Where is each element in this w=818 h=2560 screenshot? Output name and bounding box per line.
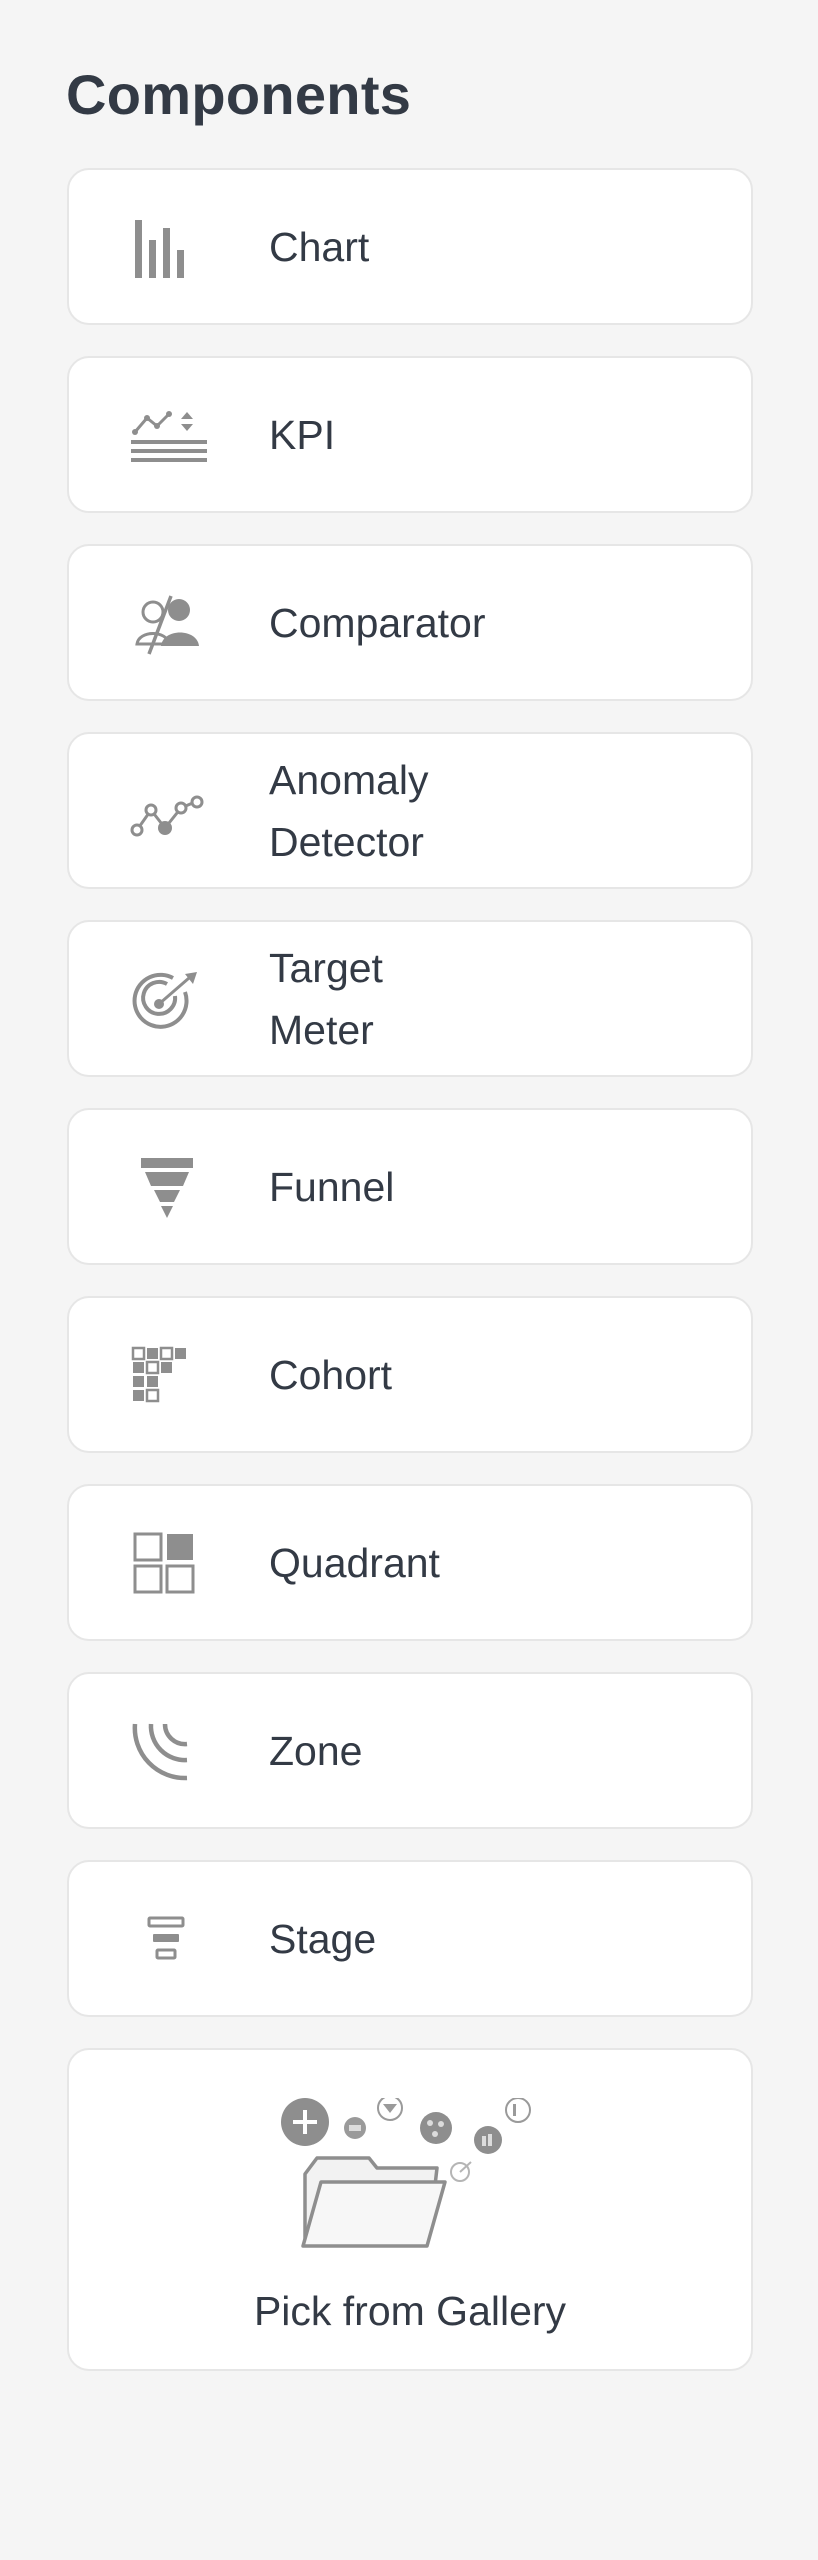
components-panel: Components Chart KPI Comparator Anomaly … [0, 0, 818, 2560]
funnel-icon [127, 1156, 207, 1220]
component-label-zone: Zone [269, 1727, 363, 1774]
comparator-icon [127, 592, 207, 656]
gallery-folder-icon [281, 2098, 531, 2248]
panel-title: Components [66, 63, 412, 126]
component-label-funnel: Funnel [269, 1163, 395, 1210]
component-card-cohort[interactable]: Cohort [67, 1296, 753, 1453]
component-card-anomaly-detector[interactable]: Anomaly Detector [67, 732, 753, 889]
component-label-chart: Chart [269, 223, 370, 270]
target-meter-icon [127, 968, 207, 1032]
component-label-anomaly-detector: Anomaly Detector [269, 756, 429, 865]
cohort-icon [127, 1344, 207, 1408]
component-card-stage[interactable]: Stage [67, 1860, 753, 2017]
component-card-chart[interactable]: Chart [67, 168, 753, 325]
kpi-icon [127, 404, 207, 468]
component-card-kpi[interactable]: KPI [67, 356, 753, 513]
component-label-cohort: Cohort [269, 1351, 393, 1398]
gallery-label: Pick from Gallery [253, 2288, 567, 2334]
component-label-comparator: Comparator [269, 599, 486, 646]
component-card-target-meter[interactable]: Target Meter [67, 920, 753, 1077]
component-label-kpi: KPI [269, 411, 336, 458]
pick-from-gallery-button[interactable]: Pick from Gallery [67, 2048, 753, 2371]
component-card-funnel[interactable]: Funnel [67, 1108, 753, 1265]
bar-chart-icon [127, 216, 207, 280]
zone-icon [127, 1720, 207, 1784]
stage-icon [127, 1908, 207, 1972]
component-label-target-meter: Target Meter [269, 944, 383, 1053]
components-list: Chart KPI Comparator Anomaly Detector Ta… [67, 168, 753, 2371]
component-card-comparator[interactable]: Comparator [67, 544, 753, 701]
component-label-quadrant: Quadrant [269, 1539, 440, 1586]
component-card-zone[interactable]: Zone [67, 1672, 753, 1829]
component-label-stage: Stage [269, 1915, 377, 1962]
component-card-quadrant[interactable]: Quadrant [67, 1484, 753, 1641]
anomaly-detector-icon [127, 780, 207, 844]
quadrant-icon [127, 1532, 207, 1596]
